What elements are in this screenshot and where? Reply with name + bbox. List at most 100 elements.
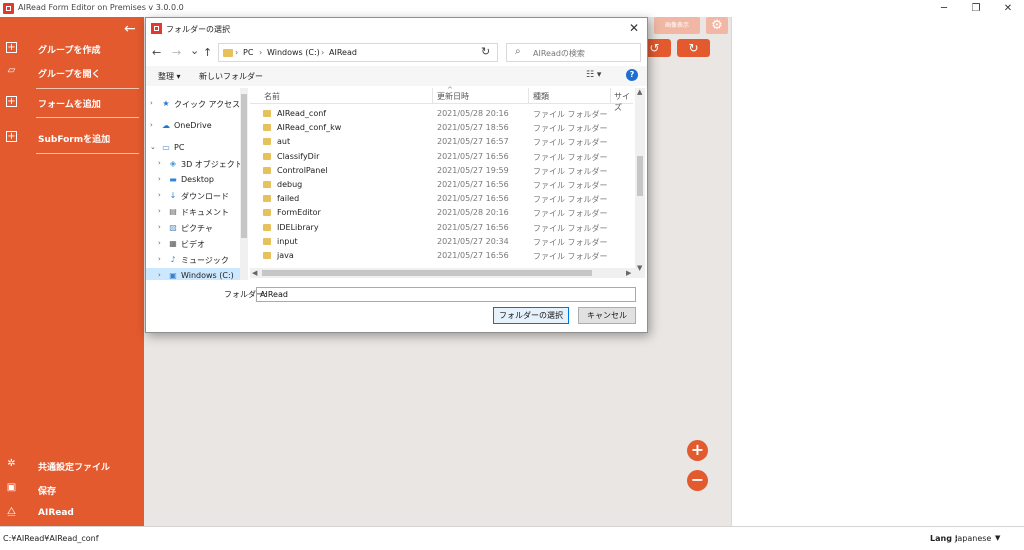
list-item[interactable]: IDELibrary 2021/05/27 16:56 ファイル フォルダー	[250, 221, 633, 235]
list-item[interactable]: AIRead_conf_kw 2021/05/27 18:56 ファイル フォル…	[250, 121, 633, 135]
tree-item-windows-c[interactable]: › ▣ Windows (C:)	[146, 268, 241, 280]
back-button[interactable]: ←	[152, 46, 161, 59]
file-list-hscrollbar[interactable]: ◀ ▶	[250, 268, 635, 278]
chevron-down-icon[interactable]: ▼	[995, 534, 1000, 542]
tree-item-documents[interactable]: › ▤ ドキュメント	[146, 204, 241, 220]
tree-item-quick-access[interactable]: › ★ クイック アクセス	[146, 96, 241, 112]
column-divider[interactable]	[528, 88, 529, 103]
gear-icon[interactable]: ⚙	[706, 17, 728, 34]
tree-item-videos[interactable]: › ▦ ビデオ	[146, 236, 241, 252]
folder-open-icon: ▱	[7, 65, 16, 76]
list-item[interactable]: ClassifyDir 2021/05/27 16:56 ファイル フォルダー	[250, 150, 633, 164]
divider	[36, 153, 139, 154]
plus-box-icon: +	[6, 96, 17, 107]
scroll-left-icon[interactable]: ◀	[252, 269, 257, 277]
minimize-button[interactable]: ─	[929, 0, 959, 17]
image-display-button[interactable]: 画像表示	[654, 17, 700, 34]
tree-scrollbar[interactable]	[240, 88, 248, 280]
breadcrumb-airead[interactable]: AIRead	[329, 48, 357, 57]
list-item[interactable]: AIRead_conf 2021/05/28 20:16 ファイル フォルダー	[250, 107, 633, 121]
close-window-button[interactable]: ✕	[993, 0, 1023, 17]
file-list-scrollbar[interactable]: ▲ ▼	[635, 88, 645, 278]
chevron-right-icon[interactable]: ›	[158, 175, 161, 183]
search-input[interactable]: ⌕ AIReadの検索	[506, 43, 641, 62]
organize-button[interactable]: 整理 ▾	[158, 71, 181, 82]
chevron-right-icon[interactable]: ›	[158, 191, 161, 199]
chevron-right-icon[interactable]: ›	[158, 239, 161, 247]
chevron-right-icon[interactable]: ›	[158, 271, 161, 279]
scroll-down-icon[interactable]: ▼	[637, 264, 642, 272]
column-divider[interactable]	[432, 88, 433, 103]
scrollbar-thumb[interactable]	[262, 270, 592, 276]
list-item[interactable]: java 2021/05/27 16:56 ファイル フォルダー	[250, 249, 633, 263]
tree-item-music[interactable]: › ♪ ミュージック	[146, 252, 241, 268]
tree-item-downloads[interactable]: › ↓ ダウンロード	[146, 188, 241, 204]
breadcrumb-windows-c[interactable]: Windows (C:)	[267, 48, 320, 57]
sidebar-item-common-settings[interactable]: ✲ 共通設定ファイル	[0, 454, 144, 480]
sidebar-item-add-subform[interactable]: + SubFormを追加	[0, 126, 144, 152]
file-date: 2021/05/27 16:56	[437, 251, 509, 260]
folder-icon	[263, 167, 271, 174]
scrollbar-thumb[interactable]	[637, 156, 643, 196]
list-item[interactable]: FormEditor 2021/05/28 20:16 ファイル フォルダー	[250, 206, 633, 220]
chevron-right-icon[interactable]: ›	[158, 159, 161, 167]
list-item[interactable]: input 2021/05/27 20:34 ファイル フォルダー	[250, 235, 633, 249]
redo-button[interactable]: ↻	[677, 39, 710, 57]
tree-item-pictures[interactable]: › ▨ ピクチャ	[146, 220, 241, 236]
column-divider[interactable]	[610, 88, 611, 103]
status-bar: C:¥AIRead¥AIRead_conf Lang : Japanese ▼	[0, 526, 1024, 550]
sidebar-item-airead[interactable]: ⧋ AIRead	[0, 502, 144, 528]
list-item[interactable]: failed 2021/05/27 16:56 ファイル フォルダー	[250, 192, 633, 206]
zoom-in-button[interactable]: +	[687, 440, 708, 461]
select-folder-button[interactable]: フォルダーの選択	[493, 307, 569, 324]
view-options-icon[interactable]: ☷ ▾	[586, 70, 601, 80]
chevron-right-icon[interactable]: ›	[150, 99, 153, 107]
column-header-date[interactable]: 更新日時	[437, 91, 469, 102]
chevron-right-icon[interactable]: ›	[158, 207, 161, 215]
tree-item-pc[interactable]: ⌄ ▭ PC	[146, 140, 241, 156]
file-type: ファイル フォルダー	[533, 195, 608, 204]
list-item[interactable]: ControlPanel 2021/05/27 19:59 ファイル フォルダー	[250, 164, 633, 178]
zoom-out-button[interactable]: −	[687, 470, 708, 491]
close-icon[interactable]: ✕	[629, 21, 639, 35]
column-header-type[interactable]: 種類	[533, 91, 549, 102]
address-bar[interactable]: › PC › Windows (C:) › AIRead ↻	[218, 43, 498, 62]
sidebar-item-open-group[interactable]: ▱ グループを開く	[0, 61, 144, 87]
scrollbar-thumb[interactable]	[241, 94, 247, 238]
up-button[interactable]: ↑	[203, 46, 212, 59]
maximize-button[interactable]: ❐	[961, 0, 991, 17]
drive-icon: ▣	[169, 271, 177, 280]
breadcrumb-pc[interactable]: PC	[243, 48, 253, 57]
tree-item-onedrive[interactable]: › ☁ OneDrive	[146, 118, 241, 134]
scroll-up-icon[interactable]: ▲	[637, 88, 642, 96]
folder-icon	[263, 209, 271, 216]
file-type: ファイル フォルダー	[533, 181, 608, 190]
scroll-right-icon[interactable]: ▶	[626, 269, 631, 277]
file-list-header: ^ 名前 更新日時 種類 サイズ	[250, 86, 633, 112]
chevron-right-icon[interactable]: ›	[158, 223, 161, 231]
column-header-name[interactable]: 名前	[264, 91, 280, 102]
folder-input[interactable]: AIRead	[256, 287, 636, 302]
list-item[interactable]: aut 2021/05/27 16:57 ファイル フォルダー	[250, 135, 633, 149]
file-type: ファイル フォルダー	[533, 138, 608, 147]
cancel-button[interactable]: キャンセル	[578, 307, 636, 324]
refresh-icon[interactable]: ↻	[481, 45, 490, 58]
sidebar-item-save[interactable]: ▣ 保存	[0, 478, 144, 504]
back-arrow-icon[interactable]: ←	[124, 21, 136, 37]
forward-button[interactable]: →	[172, 46, 181, 59]
recent-locations-button[interactable]: ⌄	[190, 44, 199, 57]
chevron-right-icon[interactable]: ›	[150, 121, 153, 129]
chevron-right-icon[interactable]: ›	[158, 255, 161, 263]
lang-select[interactable]: Japanese	[955, 534, 991, 543]
tree-item-desktop[interactable]: › ▬ Desktop	[146, 172, 241, 188]
tree-item-label: Desktop	[181, 175, 214, 184]
folder-icon	[263, 181, 271, 188]
help-icon[interactable]: ?	[626, 69, 638, 81]
list-item[interactable]: debug 2021/05/27 16:56 ファイル フォルダー	[250, 178, 633, 192]
sidebar-item-add-form[interactable]: + フォームを追加	[0, 91, 144, 117]
chevron-down-icon[interactable]: ⌄	[150, 143, 156, 151]
app-logo-icon	[151, 23, 162, 34]
tree-item-3d-objects[interactable]: › ◈ 3D オブジェクト	[146, 156, 241, 172]
new-folder-button[interactable]: 新しいフォルダー	[199, 71, 263, 82]
sidebar-item-create-group[interactable]: + グループを作成	[0, 37, 144, 63]
